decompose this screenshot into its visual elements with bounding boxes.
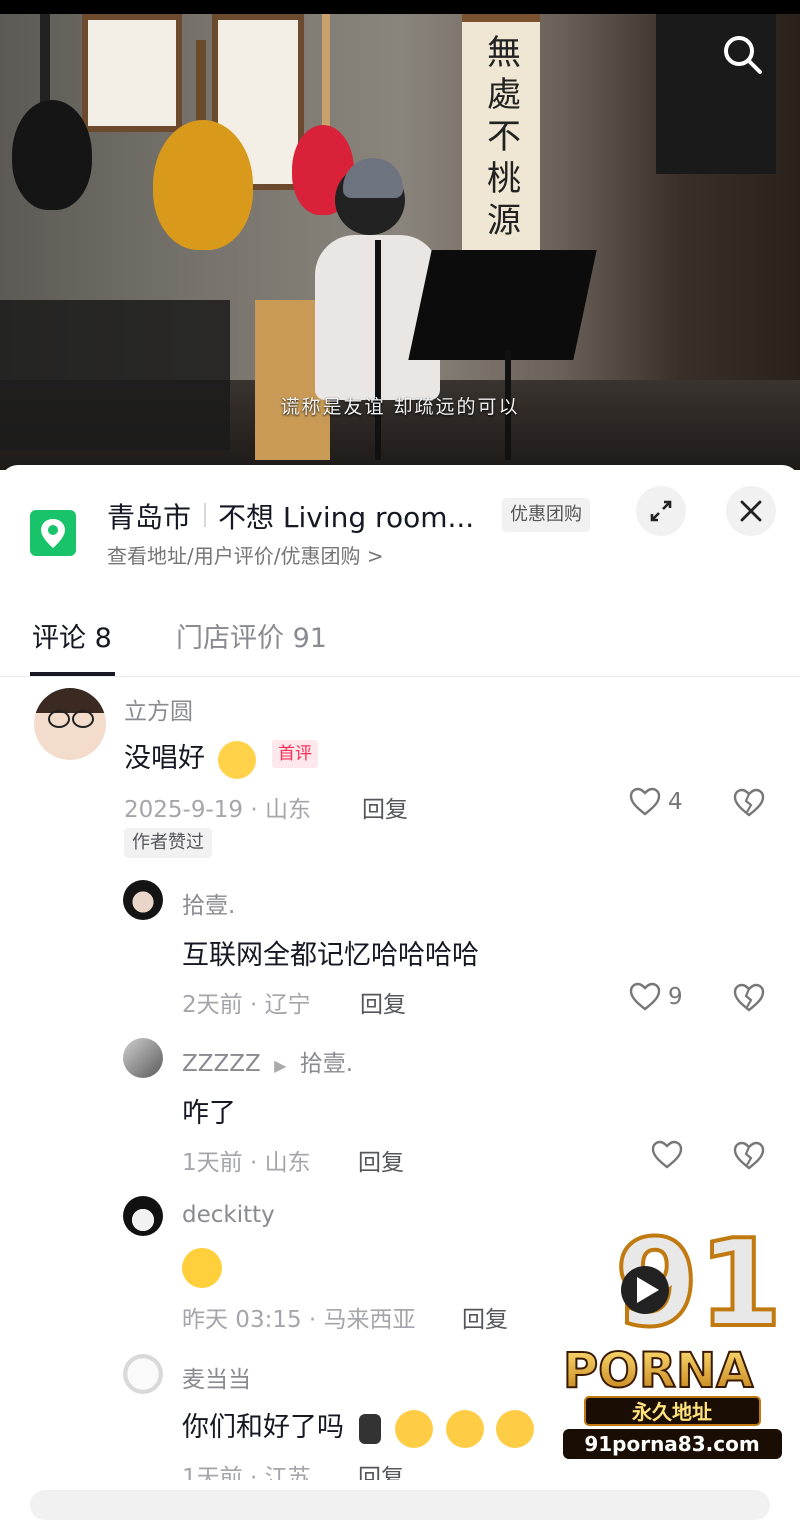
video-player[interactable]: 無處不桃源 谎称是友谊 却疏远的可以 [0, 0, 800, 470]
comment-text: 咋了 [182, 1098, 236, 1129]
comment-text: 你们和好了吗 [182, 1405, 535, 1448]
drooling-emoji-icon [445, 1409, 484, 1448]
comment-username[interactable]: deckitty [182, 1202, 275, 1228]
video-subtitle: 谎称是友谊 却疏远的可以 [280, 396, 520, 418]
comment-meta: 昨天 03:15 · 马来西亚 [182, 1307, 416, 1333]
comment-text [182, 1248, 222, 1288]
comment-username[interactable]: 麦当当 [182, 1360, 251, 1394]
avatar[interactable] [123, 1038, 163, 1078]
close-icon [740, 500, 762, 522]
broken-heart-icon [733, 788, 765, 817]
location-subtitle-link[interactable]: 查看地址/用户评价/优惠团购 > [107, 540, 384, 569]
comment-meta: 2025-9-19 · 山东 [124, 797, 311, 823]
expand-button[interactable] [636, 486, 686, 536]
heart-icon [651, 1140, 683, 1169]
reply-arrow-icon: ▶ [274, 1056, 287, 1075]
comment-text: 没唱好 [124, 736, 256, 779]
watermark-brand: PORNA [563, 1343, 753, 1399]
comment-meta: 1天前 · 江苏 [182, 1465, 311, 1480]
location-pin-icon [41, 519, 65, 548]
group-deal-tag[interactable]: 优惠团购 [502, 498, 590, 532]
scroll-text: 無處不桃源 [480, 34, 521, 244]
close-button[interactable] [726, 486, 776, 536]
watch-emoji-icon [358, 1413, 381, 1444]
like-count: 4 [668, 789, 683, 815]
first-comment-badge: 首评 [272, 740, 318, 768]
watermark-slogan: 永久地址 [631, 1400, 712, 1424]
dislike-button[interactable] [732, 1139, 766, 1177]
crying-emoji-icon [217, 740, 256, 779]
location-name[interactable]: 不想 Living room... [218, 496, 474, 536]
heart-icon [629, 982, 661, 1011]
reply-button[interactable]: 回复 [362, 790, 408, 824]
winking-tongue-emoji-icon [182, 1248, 222, 1288]
reply-button[interactable]: 回复 [360, 985, 406, 1019]
location-city[interactable]: 青岛市 [107, 496, 191, 536]
tab-divider [0, 676, 800, 677]
like-count: 9 [668, 984, 683, 1010]
calligraphy-scroll: 無處不桃源 [462, 14, 540, 264]
mic-stand [375, 240, 381, 460]
avatar[interactable] [123, 1354, 163, 1394]
drooling-emoji-icon [496, 1409, 535, 1448]
acoustic-guitar [153, 120, 253, 250]
drum-kit [0, 300, 230, 450]
dislike-button[interactable] [732, 981, 766, 1019]
comment-username[interactable]: 拾壹. [182, 886, 235, 920]
like-button[interactable]: 4 [628, 785, 683, 819]
broken-heart-icon [733, 983, 765, 1012]
search-button[interactable] [718, 30, 766, 78]
reply-button[interactable]: 回复 [462, 1300, 508, 1334]
comment-username[interactable]: 立方圆 [124, 692, 193, 726]
drooling-emoji-icon [395, 1409, 434, 1448]
dislike-button[interactable] [732, 786, 766, 824]
heart-icon [629, 787, 661, 816]
search-icon [724, 36, 762, 74]
comment-meta: 2天前 · 辽宁 [182, 992, 311, 1018]
expand-icon [650, 500, 672, 522]
comment-meta: 1天前 · 山东 [182, 1150, 311, 1176]
reply-button[interactable]: 回复 [358, 1458, 404, 1480]
location-separator [204, 503, 206, 527]
watermark-url: 91porna83.com [584, 1432, 759, 1456]
comment-input-bar[interactable] [30, 1490, 770, 1520]
like-button[interactable] [650, 1138, 684, 1172]
comment-text: 互联网全都记忆哈哈哈哈 [182, 940, 479, 971]
watermark-logo: 91 PORNA 永久地址 91porna83.com [562, 1215, 784, 1459]
avatar[interactable] [123, 1196, 163, 1236]
electric-guitar [12, 100, 92, 210]
bass-neck [322, 14, 330, 134]
broken-heart-icon [733, 1141, 765, 1170]
avatar[interactable] [123, 880, 163, 920]
comment-username-text: ZZZZZ [182, 1051, 261, 1077]
status-bar [0, 0, 800, 14]
music-stand [408, 250, 597, 360]
reply-to-username[interactable]: 拾壹. [300, 1051, 353, 1077]
like-button[interactable]: 9 [628, 980, 683, 1014]
avatar[interactable] [34, 688, 106, 760]
reply-button[interactable]: 回复 [358, 1143, 404, 1177]
comment-text-content: 你们和好了吗 [182, 1412, 344, 1443]
author-liked-badge: 作者赞过 [124, 828, 212, 858]
comment-username[interactable]: ZZZZZ ▶ 拾壹. [182, 1044, 353, 1078]
tab-store-reviews[interactable]: 门店评价 91 [176, 616, 327, 655]
tab-comments[interactable]: 评论 8 [32, 616, 112, 655]
calligraphy-frame [82, 14, 182, 132]
location-card-icon[interactable] [30, 510, 76, 556]
comment-text-content: 没唱好 [124, 743, 205, 774]
